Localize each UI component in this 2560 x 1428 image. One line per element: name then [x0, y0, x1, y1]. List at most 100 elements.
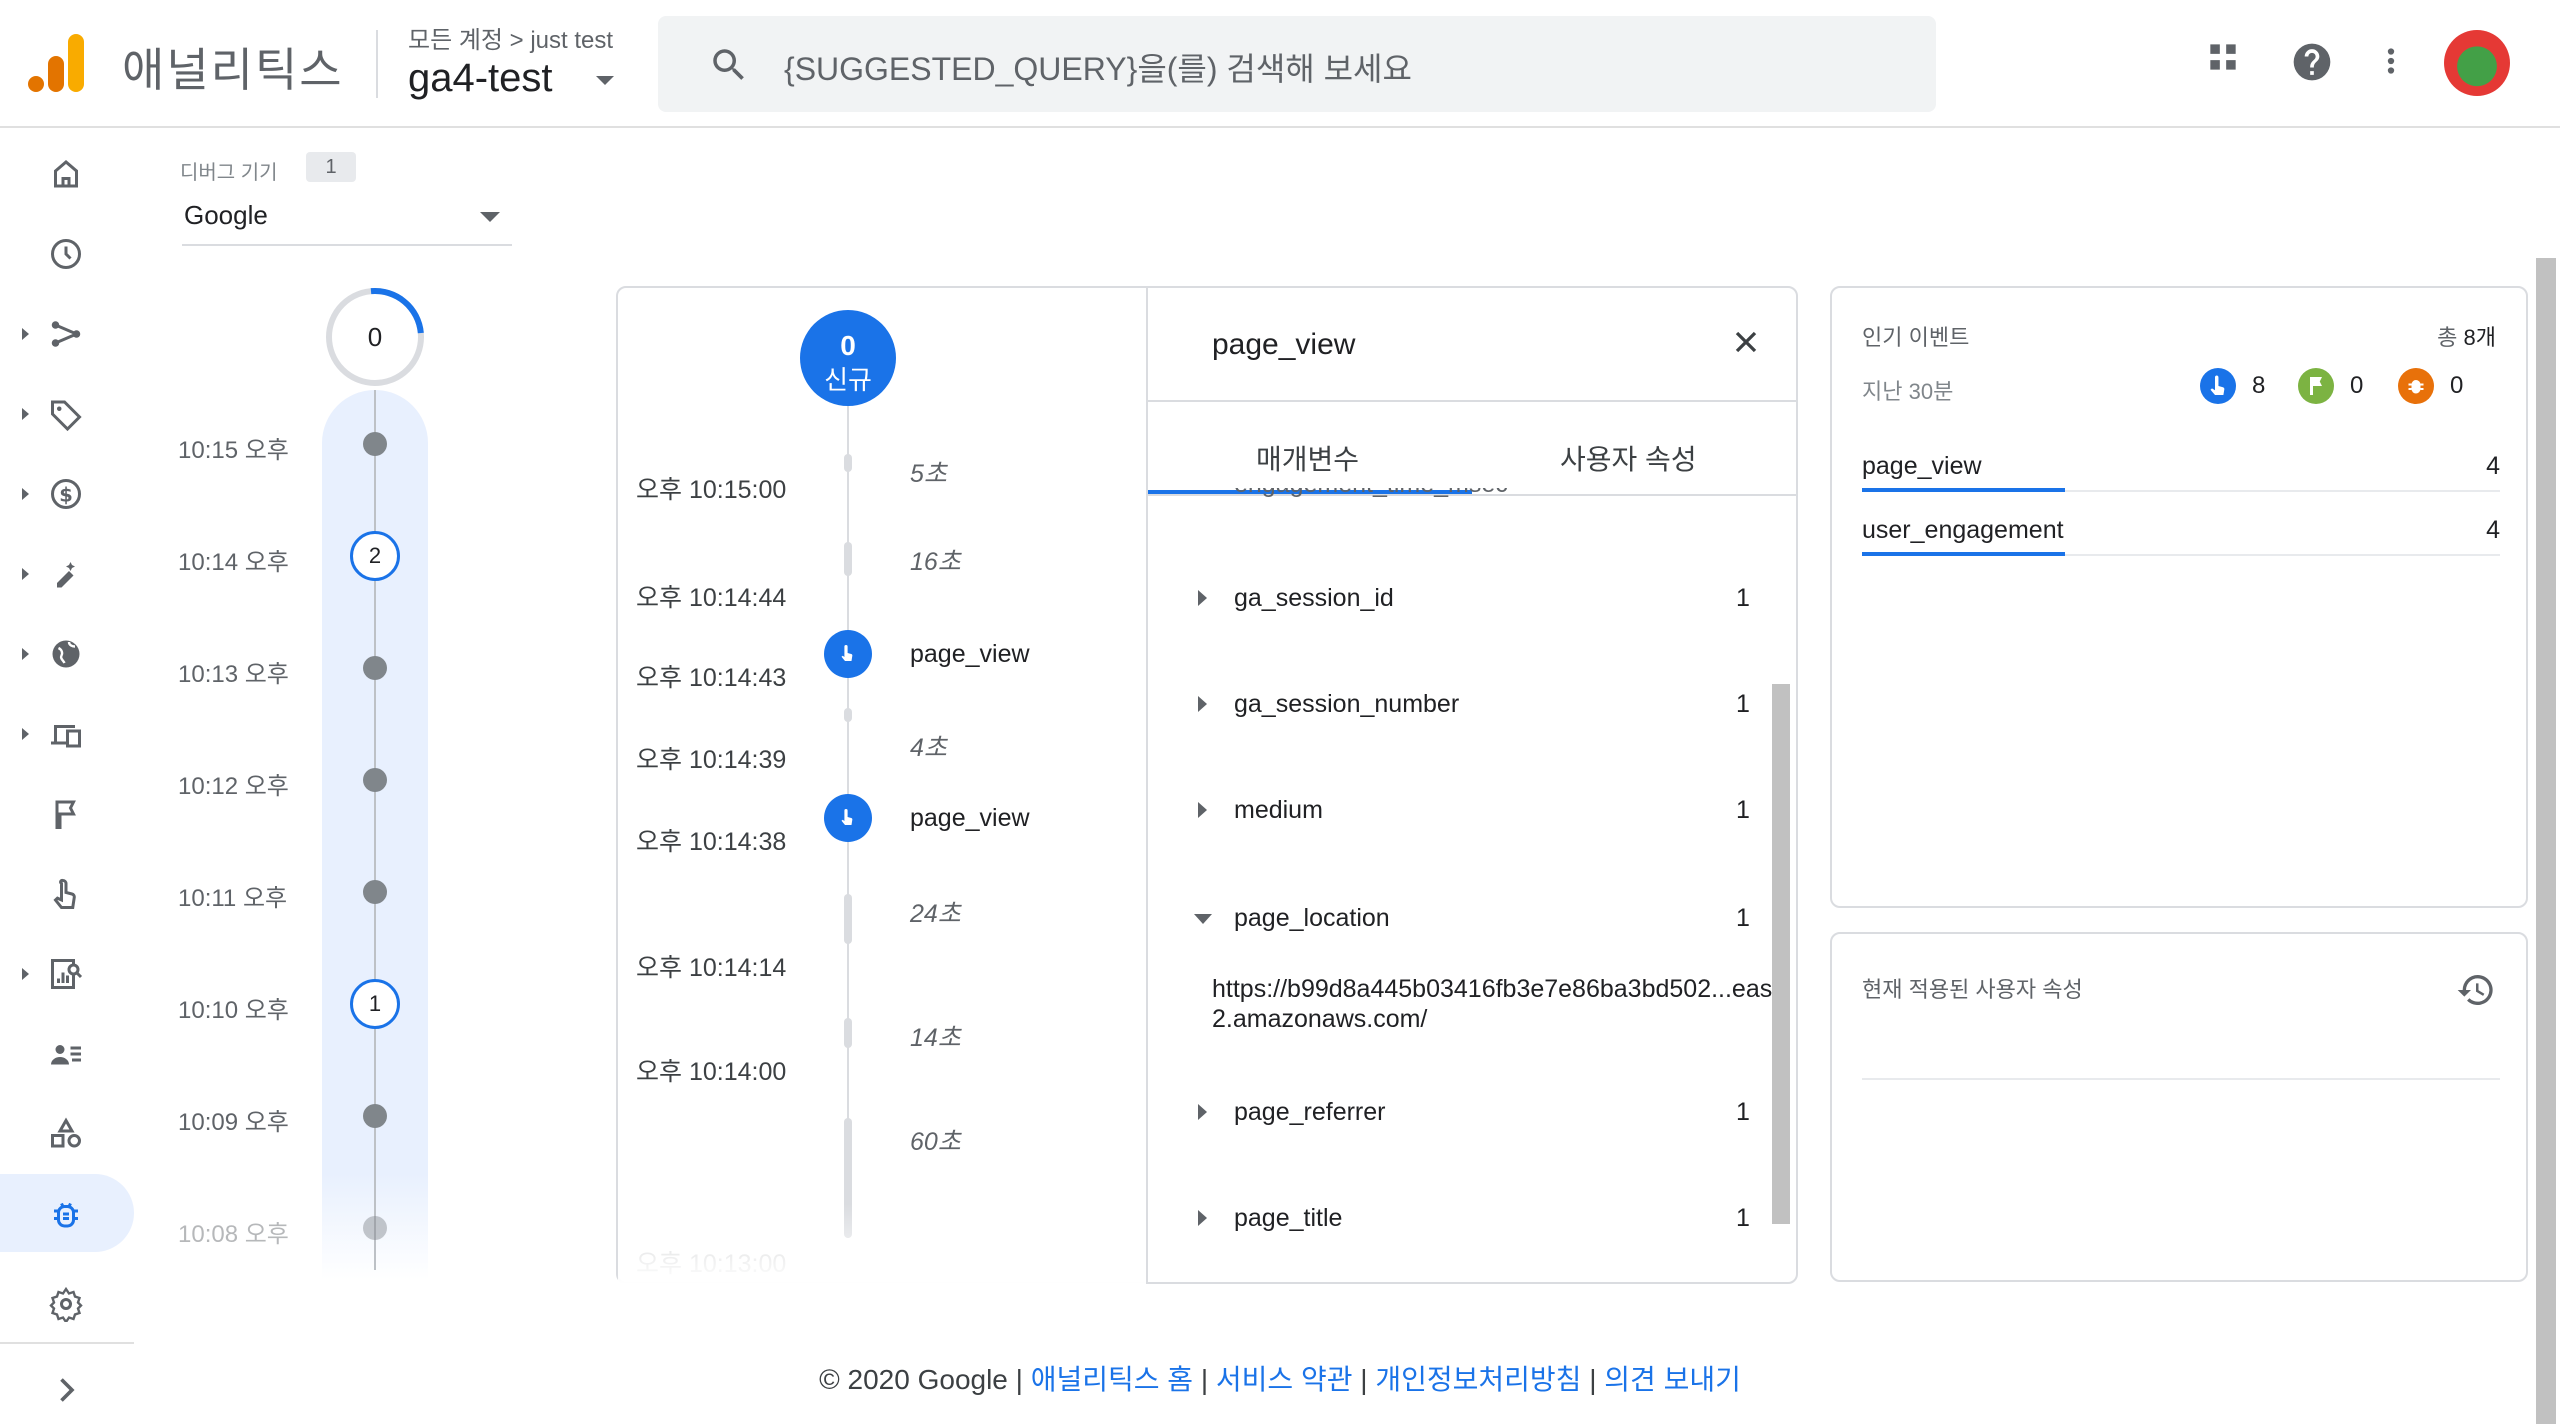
- account-avatar[interactable]: [2444, 30, 2510, 96]
- page-scrollbar[interactable]: [2536, 258, 2556, 1424]
- nav-audiences[interactable]: [0, 1014, 134, 1092]
- apps-grid-icon[interactable]: [2204, 38, 2242, 76]
- event-marker[interactable]: [824, 630, 872, 678]
- nav-conversions[interactable]: [0, 774, 134, 852]
- minute-label: 10:10 오후: [178, 997, 289, 1024]
- nav-retention[interactable]: [0, 534, 134, 612]
- user-list-icon: [51, 1045, 81, 1065]
- expand-arrow-icon[interactable]: [1198, 1210, 1207, 1226]
- nav-lifecycle[interactable]: [0, 294, 134, 372]
- detail-header-divider: [1148, 400, 1798, 402]
- event-name[interactable]: page_view: [910, 804, 1030, 833]
- parameter-name: page_location: [1234, 904, 1390, 932]
- new-events-badge[interactable]: 0 신규: [800, 310, 896, 406]
- app-title[interactable]: 애널리틱스: [122, 34, 344, 100]
- parameter-row[interactable]: page_referrer 1: [1148, 1094, 1778, 1134]
- current-minute-counter[interactable]: 0: [305, 267, 445, 407]
- home-icon: [54, 160, 78, 188]
- expand-arrow-icon[interactable]: [1198, 590, 1207, 606]
- top-event-row[interactable]: page_view 4: [1862, 442, 2500, 492]
- parameter-row[interactable]: medium 1: [1148, 792, 1778, 832]
- nav-configure[interactable]: [0, 1094, 134, 1172]
- nav-monetization[interactable]: $: [0, 454, 134, 532]
- parameter-row[interactable]: ga_session_id 1: [1148, 580, 1778, 620]
- nav-tag[interactable]: [0, 374, 134, 452]
- parameter-count: 1: [1736, 584, 1750, 612]
- flow-icon: [51, 321, 81, 347]
- minute-label: 10:09 오후: [178, 1109, 289, 1136]
- search-bar[interactable]: {SUGGESTED_QUERY}을(를) 검색해 보세요: [658, 16, 1936, 112]
- nav-admin[interactable]: [0, 1264, 134, 1342]
- minute-dot[interactable]: [363, 432, 387, 456]
- minute-label: 10:13 오후: [178, 661, 289, 688]
- nav-tech[interactable]: [0, 694, 134, 772]
- footer-link-terms[interactable]: 서비스 약관: [1216, 1364, 1353, 1395]
- help-icon[interactable]: [2290, 40, 2334, 84]
- seconds-gap-label: 5초: [910, 460, 947, 488]
- detail-scrollbar[interactable]: [1772, 684, 1790, 1224]
- parameter-row[interactable]: page_location 1: [1148, 900, 1778, 940]
- expand-arrow-icon[interactable]: [1198, 1104, 1207, 1120]
- nav-demographics[interactable]: [0, 614, 134, 692]
- nav-debugview[interactable]: [0, 1174, 134, 1252]
- nav-explore[interactable]: [0, 934, 134, 1012]
- top-events-period: 지난 30분: [1862, 379, 1954, 404]
- minute-dot[interactable]: [363, 880, 387, 904]
- footer-link-privacy[interactable]: 개인정보처리방침: [1375, 1364, 1581, 1395]
- event-name[interactable]: page_view: [910, 640, 1030, 669]
- parameter-row[interactable]: ga_session_number 1: [1148, 686, 1778, 726]
- seconds-timestamp: 오후 10:14:38: [636, 828, 787, 856]
- minute-dot[interactable]: [363, 1216, 387, 1240]
- minute-label: 10:14 오후: [178, 549, 289, 576]
- expand-arrow-icon: [22, 568, 29, 580]
- tab-parameters[interactable]: 매개변수: [1256, 438, 1359, 478]
- minute-dot[interactable]: [363, 768, 387, 792]
- footer: © 2020 Google | 애널리틱스 홈 | 서비스 약관 | 개인정보처…: [819, 1364, 1741, 1395]
- minute-dot[interactable]: [363, 1104, 387, 1128]
- nav-events[interactable]: [0, 854, 134, 932]
- parameter-name: ga_session_number: [1234, 690, 1460, 718]
- top-event-row[interactable]: user_engagement 4: [1862, 506, 2500, 556]
- footer-link-analytics-home[interactable]: 애널리틱스 홈: [1031, 1364, 1193, 1395]
- expand-arrow-icon[interactable]: [1198, 696, 1207, 712]
- svg-text:$: $: [59, 484, 73, 507]
- event-marker[interactable]: [824, 794, 872, 842]
- nav-realtime[interactable]: [0, 214, 134, 292]
- event-detail-panel: page_view 매개변수 사용자 속성 engagement_time_ms…: [1146, 288, 1798, 1284]
- minute-dot[interactable]: [363, 656, 387, 680]
- dollar-icon: $: [51, 479, 81, 509]
- account-breadcrumb[interactable]: 모든 계정 > just test: [408, 20, 613, 55]
- parameter-name: medium: [1234, 796, 1323, 824]
- footer-link-feedback[interactable]: 의견 보내기: [1604, 1364, 1741, 1395]
- nav-divider: [0, 1342, 134, 1344]
- nav-home[interactable]: [0, 134, 134, 212]
- minute-event-count[interactable]: 1: [350, 979, 400, 1029]
- collapse-arrow-icon[interactable]: [1194, 914, 1212, 924]
- seconds-gap-label: 24초: [910, 900, 961, 928]
- events-stat-value: 8: [2252, 372, 2266, 399]
- device-select-value: Google: [184, 200, 268, 230]
- touch-icon: [841, 645, 853, 661]
- property-selector[interactable]: ga4-test: [408, 56, 553, 101]
- user-properties-title: 현재 적용된 사용자 속성: [1862, 977, 2083, 1002]
- tab-user-properties[interactable]: 사용자 속성: [1560, 438, 1697, 478]
- chevron-down-icon[interactable]: [596, 76, 614, 85]
- close-icon[interactable]: [1728, 324, 1764, 360]
- top-event-bar: [1862, 488, 2066, 492]
- more-vert-icon[interactable]: [2372, 42, 2410, 80]
- analysis-icon: [51, 959, 83, 989]
- search-placeholder[interactable]: {SUGGESTED_QUERY}을(를) 검색해 보세요: [784, 44, 1412, 90]
- parameter-row[interactable]: page_title 1: [1148, 1200, 1778, 1240]
- seconds-gap-bar: [844, 708, 852, 722]
- analytics-logo-icon[interactable]: [28, 34, 84, 94]
- expand-arrow-icon[interactable]: [1198, 802, 1207, 818]
- debug-device-select[interactable]: Google: [182, 196, 512, 246]
- header-divider: [376, 30, 378, 98]
- user-properties-card: 현재 적용된 사용자 속성: [1830, 932, 2528, 1282]
- minute-event-count[interactable]: 2: [350, 531, 400, 581]
- seconds-gap-bar: [844, 894, 852, 944]
- top-event-name: page_view: [1862, 452, 1982, 480]
- seconds-stream-card: 0 신규 오후 10:15:00 오후 10:14:44 오후 10:14:43 오후…: [616, 286, 1798, 1284]
- top-events-title: 인기 이벤트: [1862, 325, 1970, 350]
- history-icon[interactable]: [2456, 970, 2496, 1010]
